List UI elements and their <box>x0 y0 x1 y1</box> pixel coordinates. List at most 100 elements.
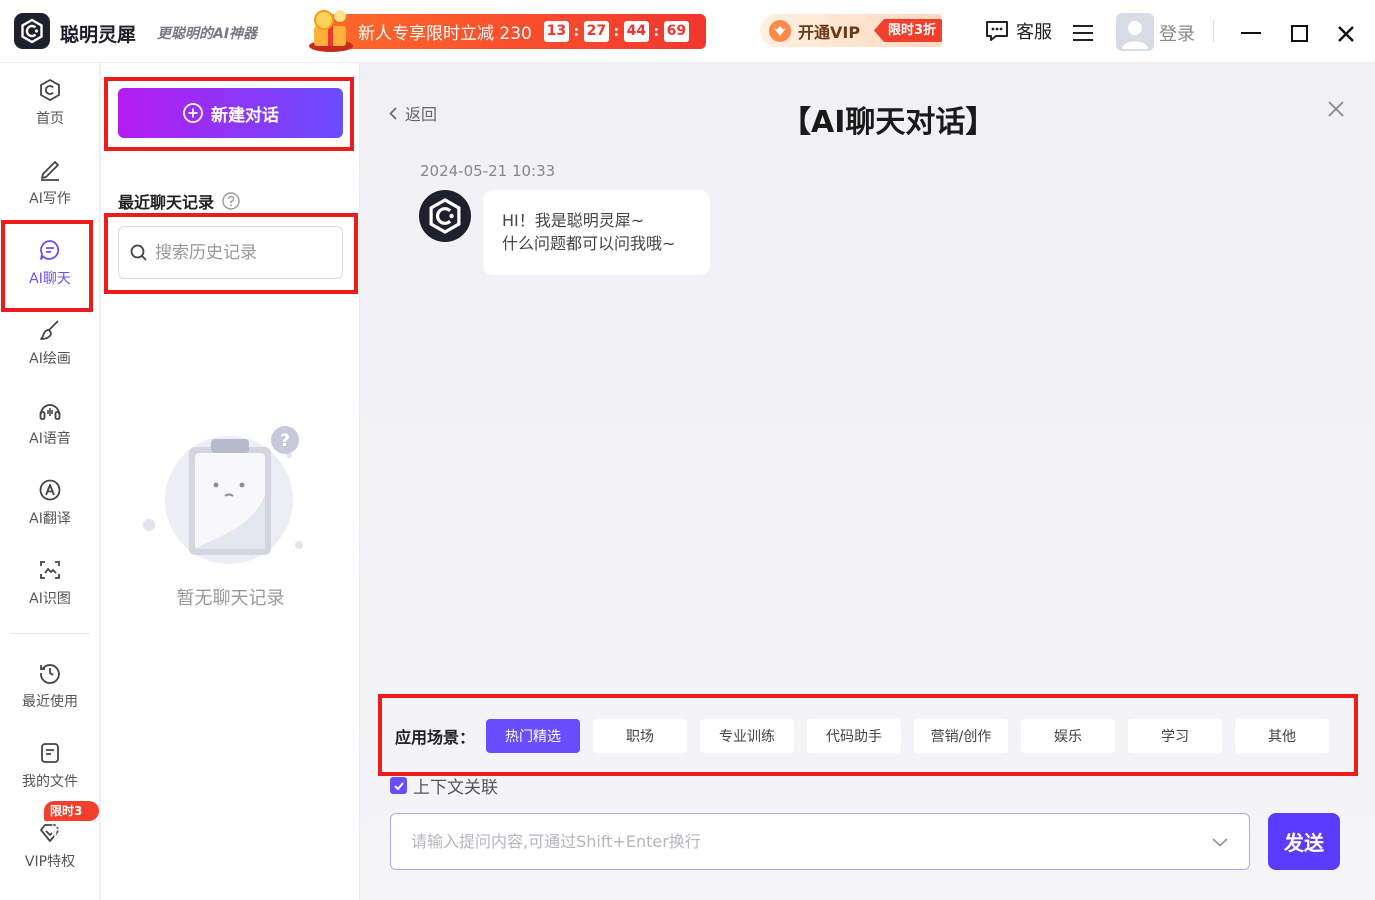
nav-label: AI识图 <box>29 591 71 607</box>
prompt-input[interactable] <box>411 832 1191 851</box>
scene-label: 应用场景： <box>395 728 476 747</box>
app-name: 聪明灵犀 <box>60 24 137 46</box>
nav-label: AI聊天 <box>29 271 71 287</box>
countdown-seconds: 44 <box>623 21 649 42</box>
chat-area: 返回 【AI聊天对话】 2024-05-21 10:33 HI！我是聪明灵犀~ … <box>361 63 1375 900</box>
nav-item-ai-writing[interactable]: AI写作 <box>0 143 100 223</box>
send-button[interactable]: 发送 <box>1268 813 1340 870</box>
customer-service-button[interactable]: 客服 <box>984 18 1052 44</box>
back-button[interactable]: 返回 <box>389 101 437 125</box>
context-toggle[interactable]: 上下文关联 <box>390 773 498 798</box>
vip-crown-icon <box>769 19 791 42</box>
help-icon[interactable] <box>222 192 240 210</box>
vip-discount-tag: 限时3折 <box>44 801 99 838</box>
bot-avatar-icon <box>419 190 471 242</box>
scene-tab-other[interactable]: 其他 <box>1235 719 1329 753</box>
countdown-separator: : <box>613 23 620 40</box>
promo-banner[interactable]: 新人专享限时立减 230 13 : 27 : 44 : 69 <box>309 10 706 52</box>
search-icon <box>130 244 147 261</box>
scene-tab-hot[interactable]: 热门精选 <box>486 719 580 753</box>
svg-text:?: ? <box>280 431 290 451</box>
recent-chats-title-text: 最近聊天记录 <box>118 193 215 212</box>
bot-message-line: HI！我是聪明灵犀~ <box>502 211 645 230</box>
customer-service-label: 客服 <box>1016 22 1052 43</box>
scene-tab-professional-training[interactable]: 专业训练 <box>700 719 794 753</box>
scene-tab-code-assistant[interactable]: 代码助手 <box>807 719 901 753</box>
title-bar-divider <box>1213 20 1214 42</box>
history-search[interactable] <box>118 226 343 279</box>
nav-label: AI绘画 <box>29 351 71 367</box>
close-window-icon[interactable] <box>1336 24 1356 44</box>
minimize-icon[interactable] <box>1241 32 1261 34</box>
nav-label: AI语音 <box>29 431 71 447</box>
nav-item-my-files[interactable]: 我的文件 <box>0 726 100 806</box>
countdown-separator: : <box>573 23 580 40</box>
menu-icon[interactable] <box>1072 24 1094 42</box>
nav-label: AI写作 <box>29 191 71 207</box>
open-vip-button[interactable]: 开通VIP 限时3折 <box>760 14 942 47</box>
history-icon <box>40 664 60 684</box>
nav-label: AI翻译 <box>29 511 71 527</box>
bot-message-line: 什么问题都可以问我哦~ <box>502 234 676 253</box>
nav-label: VIP特权 <box>24 854 76 870</box>
new-chat-button[interactable]: 新建对话 <box>118 88 343 138</box>
nav-item-ai-voice[interactable]: AI语音 <box>0 383 100 463</box>
file-icon <box>41 743 59 763</box>
scene-tab-workplace[interactable]: 职场 <box>593 719 687 753</box>
nav-item-ai-chat[interactable]: AI聊天 <box>0 223 100 303</box>
countdown-separator: : <box>653 23 660 40</box>
login-link[interactable]: 登录 <box>1159 20 1195 46</box>
nav-item-ai-image-recognition[interactable]: AI识图 <box>0 543 100 623</box>
bot-message-bubble: HI！我是聪明灵犀~ 什么问题都可以问我哦~ <box>483 190 710 275</box>
countdown-centiseconds: 69 <box>663 21 689 42</box>
nav-label: 我的文件 <box>22 774 78 790</box>
recent-chats-title: 最近聊天记录 <box>118 189 240 213</box>
message-timestamp: 2024-05-21 10:33 <box>420 162 556 180</box>
nav-label: 最近使用 <box>22 694 78 710</box>
home-icon <box>40 78 60 102</box>
nav-item-home[interactable]: 首页 <box>0 63 100 143</box>
title-bar: 聪明灵犀 更聪明的AI神器 新人专享限时立减 230 13 : 27 : 44 … <box>0 0 1375 63</box>
chat-history-panel: 新建对话 最近聊天记录 ? 暂无聊天记录 <box>101 63 360 900</box>
nav-item-recent[interactable]: 最近使用 <box>0 646 100 726</box>
gift-icon <box>309 10 353 52</box>
check-icon <box>393 781 404 790</box>
user-icon <box>1122 21 1148 49</box>
promo-text: 新人专享限时立减 230 <box>358 24 532 44</box>
empty-clipboard-illustration: ? <box>143 426 303 564</box>
maximize-icon[interactable] <box>1291 25 1308 42</box>
translate-icon <box>39 479 61 501</box>
context-label: 上下文关联 <box>413 778 498 798</box>
brush-icon <box>40 320 59 340</box>
voice-icon <box>39 404 61 420</box>
image-recognition-icon <box>40 561 60 579</box>
chat-title: 【AI聊天对话】 <box>781 105 996 140</box>
scene-tab-marketing[interactable]: 营销/创作 <box>914 719 1008 753</box>
nav-item-ai-painting[interactable]: AI绘画 <box>0 303 100 383</box>
vip-label: 开通VIP <box>798 22 861 42</box>
countdown-timer: 13 : 27 : 44 : 69 <box>543 21 689 42</box>
app-slogan: 更聪明的AI神器 <box>157 26 258 42</box>
application-scene-bar: 应用场景： 热门精选 职场 专业训练 代码助手 营销/创作 娱乐 学习 其他 <box>379 696 1357 776</box>
nav-item-ai-translate[interactable]: AI翻译 <box>0 463 100 543</box>
empty-history-text: 暂无聊天记录 <box>176 588 285 609</box>
new-chat-label: 新建对话 <box>211 105 279 126</box>
nav-divider <box>10 633 90 634</box>
prompt-input-box[interactable] <box>390 813 1250 870</box>
user-avatar[interactable] <box>1116 13 1154 51</box>
back-label: 返回 <box>405 105 438 124</box>
context-checkbox[interactable] <box>390 777 407 794</box>
countdown-hours: 13 <box>543 21 569 42</box>
nav-label: 首页 <box>36 111 64 127</box>
plus-circle-icon <box>183 103 203 123</box>
countdown-minutes: 27 <box>583 21 609 42</box>
scene-tabs: 热门精选 职场 专业训练 代码助手 营销/创作 娱乐 学习 其他 <box>486 719 1342 753</box>
scene-tab-entertainment[interactable]: 娱乐 <box>1021 719 1115 753</box>
left-navigation: 首页 AI写作 AI聊天 AI绘画 AI语音 AI翻译 AI识图 最近使用 我的… <box>0 63 100 900</box>
scene-tab-study[interactable]: 学习 <box>1128 719 1222 753</box>
message-icon <box>986 21 1008 41</box>
history-search-input[interactable] <box>155 242 335 263</box>
close-icon[interactable] <box>1327 100 1345 118</box>
chevron-left-icon <box>389 106 397 120</box>
chevron-down-icon[interactable] <box>1211 836 1229 848</box>
